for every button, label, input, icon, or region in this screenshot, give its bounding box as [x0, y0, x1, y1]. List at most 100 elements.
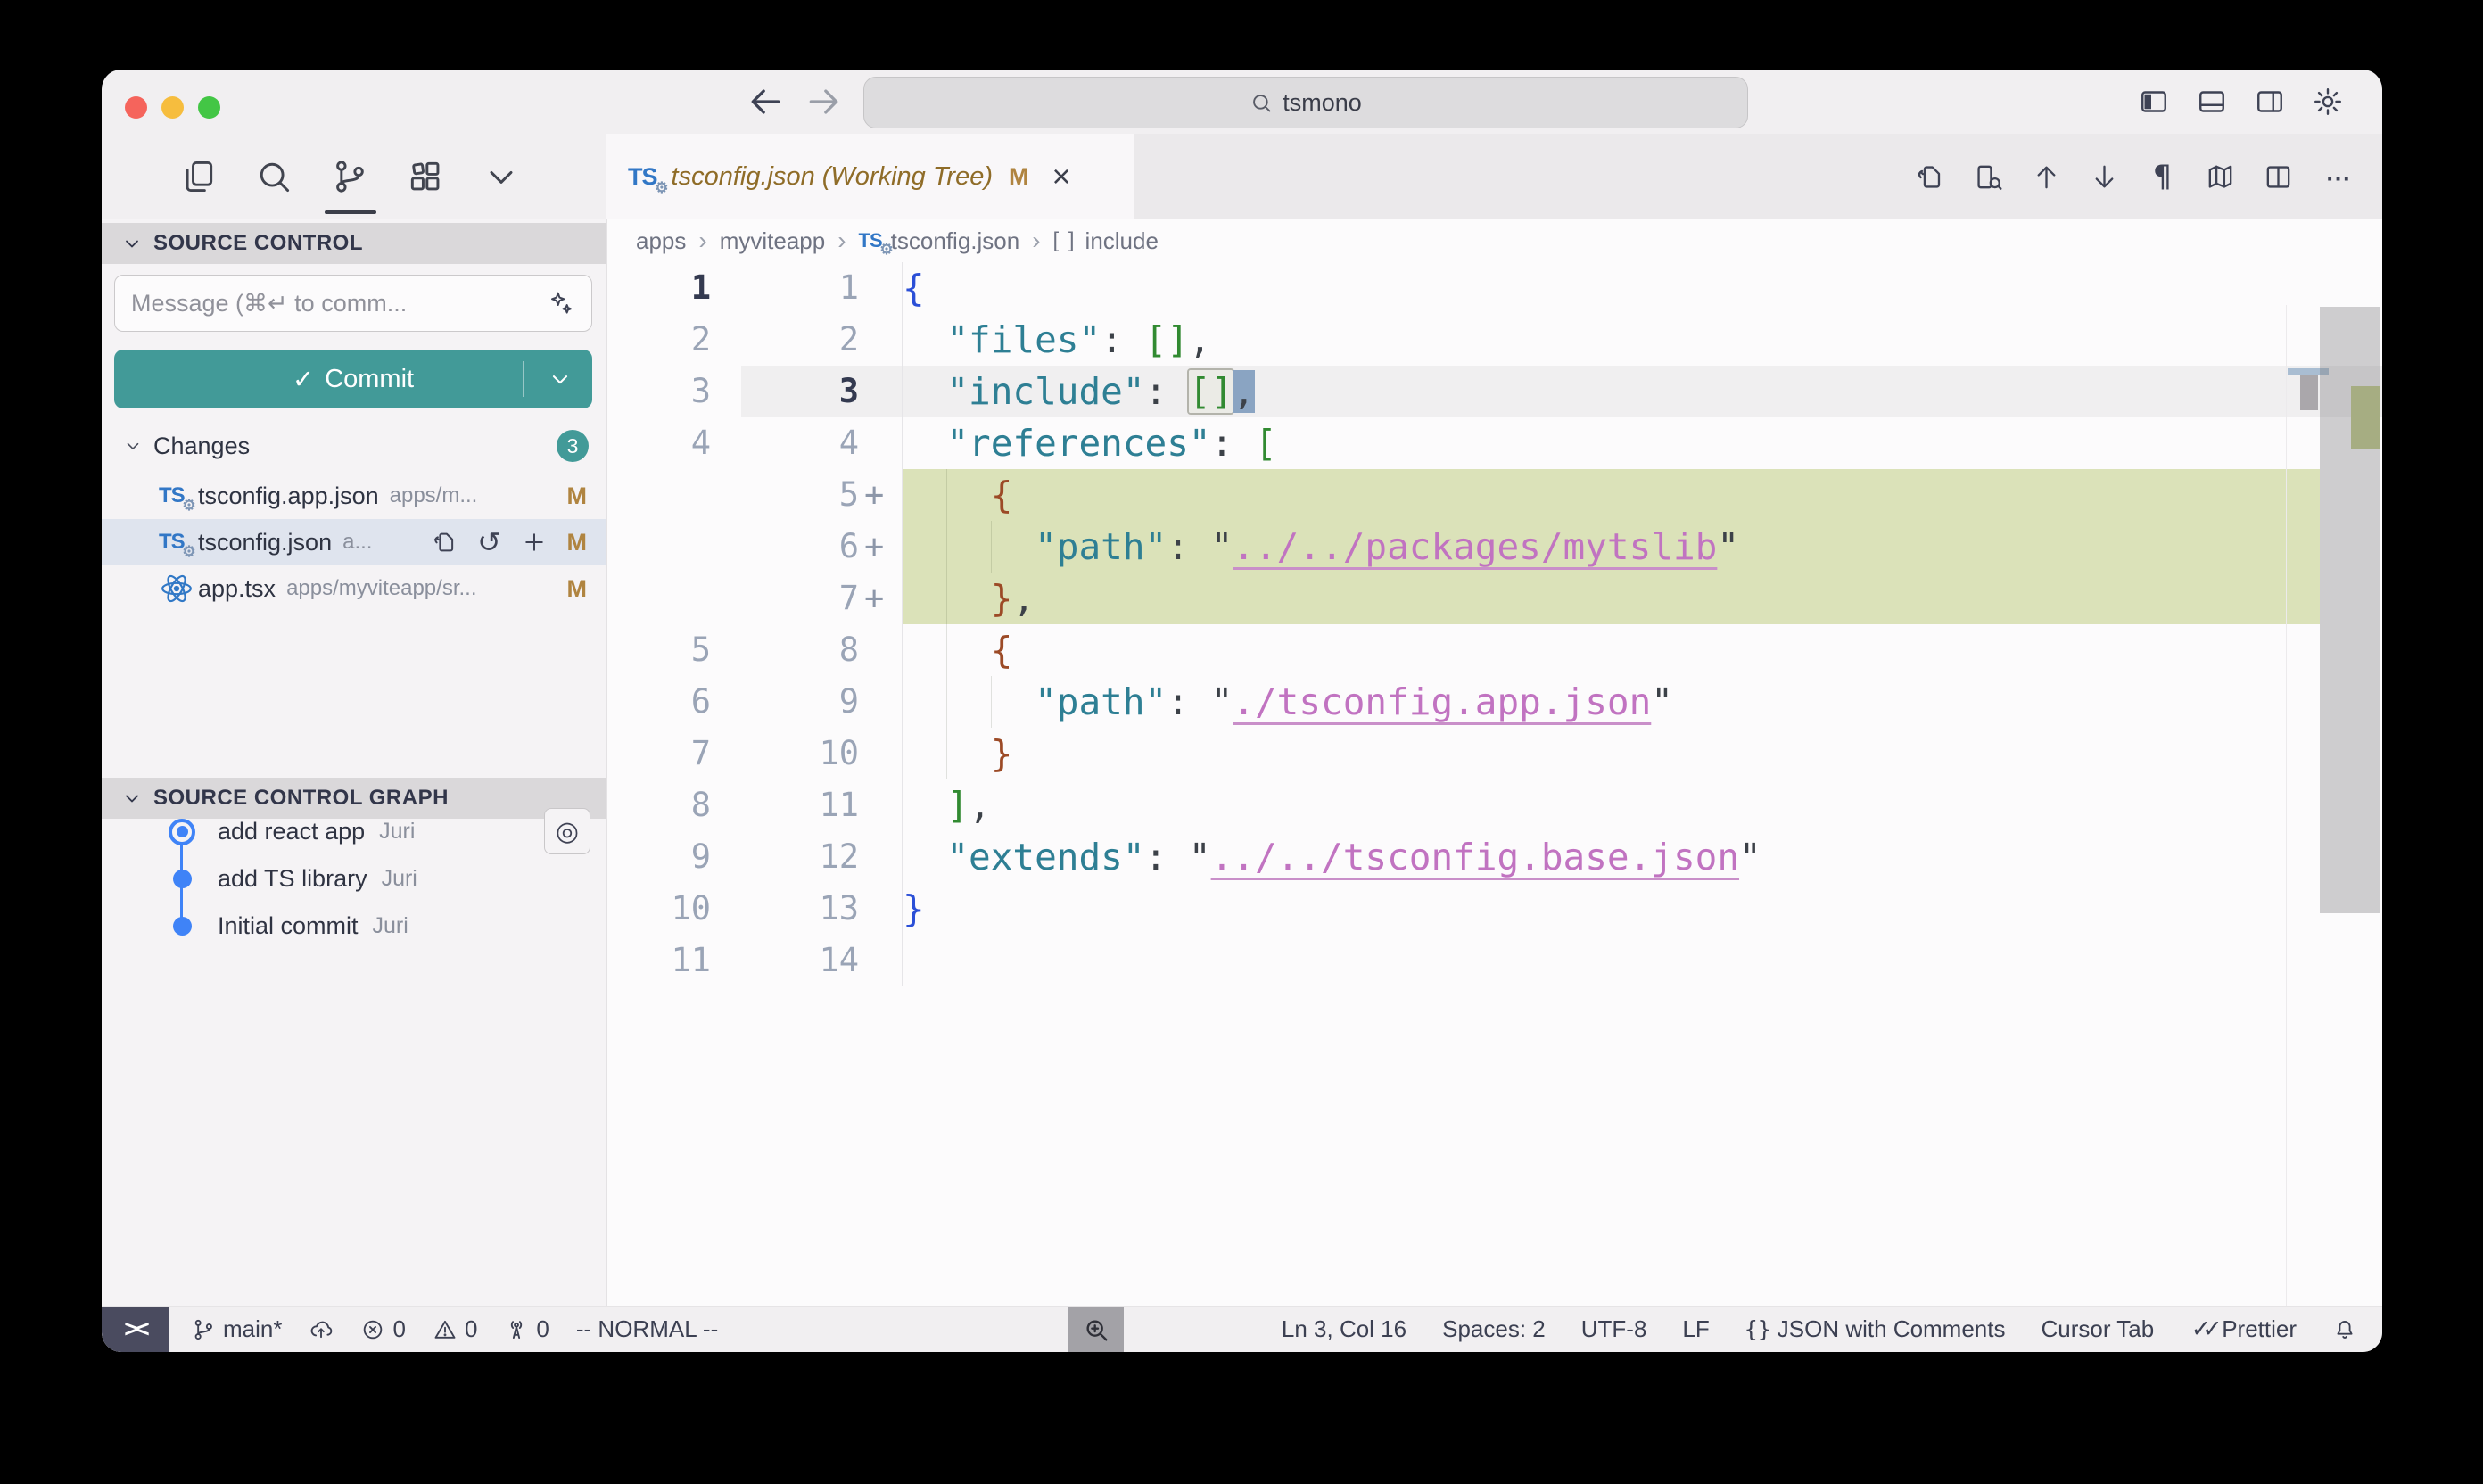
status-item-prettier[interactable]: ✓✓Prettier: [2190, 1315, 2297, 1343]
tab-tsconfig-working-tree[interactable]: TS⚙ tsconfig.json (Working Tree) M ×: [606, 134, 1134, 219]
new-line-number: 3: [741, 366, 859, 417]
code-line[interactable]: 33 "include": [],: [607, 366, 2382, 417]
status-item-cloud-upload[interactable]: [309, 1317, 334, 1342]
layout-sidebar-left-icon[interactable]: [2138, 86, 2170, 118]
code-line[interactable]: 58 {: [607, 624, 2382, 676]
commit-row[interactable]: add TS libraryJuri: [102, 855, 606, 903]
status-item-label: main*: [223, 1315, 282, 1343]
inline-view-icon[interactable]: [1973, 161, 2004, 193]
code-line[interactable]: 6+ "path": "../../packages/mytslib": [607, 521, 2382, 573]
remote-indicator[interactable]: ><: [102, 1307, 169, 1353]
arrow-up-icon[interactable]: [2031, 161, 2062, 193]
zoom-indicator[interactable]: [1068, 1307, 1124, 1352]
back-arrow-icon[interactable]: [746, 82, 785, 121]
breadcrumb-item-tsconfig.json[interactable]: TS⚙tsconfig.json: [859, 227, 1020, 255]
diff-added-marker: [859, 831, 902, 883]
status-item-json-with-comments[interactable]: {}JSON with Comments: [1745, 1315, 2006, 1343]
open-changes-icon[interactable]: [1915, 161, 1946, 193]
chevron-down-icon: [121, 233, 143, 254]
minimize-window-button[interactable]: [161, 96, 184, 119]
pilcrow-icon[interactable]: ¶: [2147, 161, 2178, 193]
search-icon[interactable]: [254, 157, 293, 196]
files-icon[interactable]: [178, 157, 218, 196]
commit-message: add TS library: [218, 865, 367, 893]
source-control-icon[interactable]: [330, 157, 369, 196]
changed-file-tsconfig.json[interactable]: TS⚙tsconfig.jsona...↺M: [102, 519, 606, 565]
status-item-main-[interactable]: main*: [191, 1315, 282, 1343]
maximize-window-button[interactable]: [198, 96, 220, 119]
code-line[interactable]: 811 ],: [607, 779, 2382, 831]
status-item-0[interactable]: 0: [504, 1315, 549, 1343]
changes-header[interactable]: Changes 3: [102, 426, 606, 466]
status-item-utf-8[interactable]: UTF-8: [1581, 1315, 1647, 1343]
tab-close-icon[interactable]: ×: [1052, 161, 1070, 193]
commit-message-input[interactable]: Message (⌘↵ to comm...: [114, 275, 592, 332]
more-icon[interactable]: ···: [2321, 161, 2352, 193]
chevron-down-icon[interactable]: [482, 157, 521, 196]
code-line[interactable]: 912 "extends": "../../tsconfig.base.json…: [607, 831, 2382, 883]
breadcrumb-label: myviteapp: [720, 227, 826, 255]
code-area[interactable]: 11{22 "files": [],33 "include": [],44 "r…: [607, 262, 2382, 1306]
close-window-button[interactable]: [125, 96, 147, 119]
source-control-section-header[interactable]: SOURCE CONTROL: [102, 223, 606, 264]
command-center-search[interactable]: tsmono: [863, 77, 1748, 128]
forward-arrow-icon[interactable]: [804, 82, 844, 121]
line-right: 4 "references": [: [741, 417, 2382, 469]
layout-sidebar-right-icon[interactable]: [2254, 86, 2286, 118]
changed-file-tsconfig.app.json[interactable]: TS⚙tsconfig.app.jsonapps/m...M: [102, 473, 606, 519]
commit-dropdown-chevron-icon[interactable]: [548, 367, 573, 392]
code-line[interactable]: 710 }: [607, 728, 2382, 779]
overview-added-marker: [2351, 386, 2380, 449]
breadcrumb-item-myviteapp[interactable]: myviteapp: [720, 227, 826, 255]
line-right: 10 }: [741, 728, 2382, 779]
arrow-down-icon[interactable]: [2089, 161, 2120, 193]
status-item-spaces-2[interactable]: Spaces: 2: [1442, 1315, 1546, 1343]
extensions-icon[interactable]: [406, 157, 445, 196]
desktop: { "colors": { "accent": "#429a98", "adde…: [0, 0, 2483, 1484]
discard-icon[interactable]: ↺: [476, 529, 503, 556]
commit-button[interactable]: ✓ Commit: [114, 350, 592, 408]
old-line-number: [607, 573, 741, 624]
code-line[interactable]: 1114: [607, 935, 2382, 986]
sparkle-icon[interactable]: [547, 289, 575, 317]
code-line[interactable]: 11{: [607, 262, 2382, 314]
file-name: app.tsx: [198, 575, 276, 603]
status-item-cursor-tab[interactable]: Cursor Tab: [2042, 1315, 2155, 1343]
checkout-target-icon[interactable]: ◎: [544, 808, 590, 854]
code-line[interactable]: 69 "path": "./tsconfig.app.json": [607, 676, 2382, 728]
line-right: 13}: [741, 883, 2382, 935]
gear-icon[interactable]: [2312, 86, 2344, 118]
breadcrumb: apps›myviteapp›TS⚙tsconfig.json›[ ]inclu…: [607, 219, 2382, 262]
changed-file-app.tsx[interactable]: app.tsxapps/myviteapp/sr...M: [102, 565, 606, 612]
code-line[interactable]: 7+ },: [607, 573, 2382, 624]
map-icon[interactable]: [2205, 161, 2236, 193]
open-changes-icon[interactable]: [432, 529, 458, 556]
old-line-number: 3: [607, 366, 741, 417]
layout-panel-icon[interactable]: [2196, 86, 2228, 118]
status-item-0[interactable]: 0: [433, 1315, 477, 1343]
status-item-bell[interactable]: [2332, 1317, 2357, 1342]
commit-row[interactable]: add react appJuri: [102, 808, 606, 855]
code-line[interactable]: 1013}: [607, 883, 2382, 935]
code-text: },: [902, 573, 2320, 624]
commit-row[interactable]: Initial commitJuri: [102, 903, 606, 950]
breadcrumb-item-include[interactable]: [ ]include: [1053, 227, 1159, 255]
code-line[interactable]: 22 "files": [],: [607, 314, 2382, 366]
indent-guide: [946, 469, 947, 521]
old-line-number: [607, 469, 741, 521]
split-editor-icon[interactable]: [2263, 161, 2294, 193]
status-item-label: LF: [1682, 1315, 1709, 1343]
breadcrumb-item-apps[interactable]: apps: [636, 227, 686, 255]
code-line[interactable]: 5+ {: [607, 469, 2382, 521]
status-item--normal-[interactable]: -- NORMAL --: [576, 1315, 718, 1343]
diff-added-marker: +: [859, 469, 902, 521]
code-line[interactable]: 44 "references": [: [607, 417, 2382, 469]
line-right: 12 "extends": "../../tsconfig.base.json": [741, 831, 2382, 883]
minimap-content-mark: [2300, 375, 2318, 410]
stage-icon[interactable]: [521, 529, 548, 556]
status-item-lf[interactable]: LF: [1682, 1315, 1709, 1343]
diff-added-marker: [859, 314, 902, 366]
status-left-items: main*000-- NORMAL --: [169, 1315, 718, 1343]
status-item-0[interactable]: 0: [360, 1315, 405, 1343]
status-item-ln-3-col-16[interactable]: Ln 3, Col 16: [1282, 1315, 1406, 1343]
